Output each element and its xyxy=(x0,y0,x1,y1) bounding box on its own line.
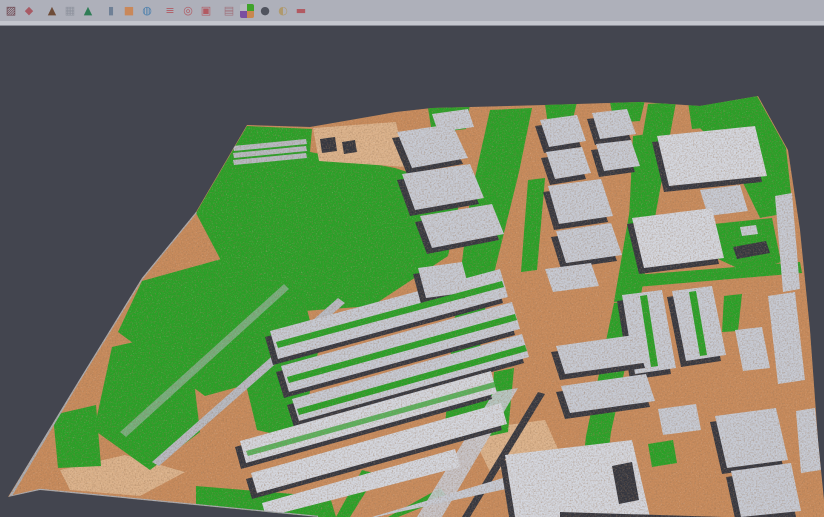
move-icon[interactable]: ◆ xyxy=(22,4,36,18)
classification-icon[interactable] xyxy=(240,4,254,18)
extent-icon[interactable]: ▣ xyxy=(199,4,213,18)
viewport-3d[interactable] xyxy=(0,26,824,517)
toolbar: ▨ ◆ ▲ ▦ ▲ ▮ ■ ◍ ≡ ◎ ▣ ▤ ● ◐ ▬ xyxy=(0,0,824,21)
flag-icon[interactable]: ▬ xyxy=(294,4,308,18)
profile-icon[interactable]: ≡ xyxy=(163,4,177,18)
measure-icon[interactable]: ◐ xyxy=(276,4,290,18)
application-window: ▨ ◆ ▲ ▦ ▲ ▮ ■ ◍ ≡ ◎ ▣ ▤ ● ◐ ▬ xyxy=(0,0,824,517)
terrain-brown-icon[interactable]: ▲ xyxy=(45,4,59,18)
camera-icon[interactable]: ● xyxy=(258,4,272,18)
globe-icon[interactable]: ◍ xyxy=(140,4,154,18)
scatter-icon[interactable]: ▦ xyxy=(63,4,77,18)
scene-svg xyxy=(0,26,824,517)
grid-icon[interactable]: ▤ xyxy=(222,4,236,18)
prism-icon[interactable]: ▮ xyxy=(104,4,118,18)
ortho-icon[interactable]: ■ xyxy=(122,4,136,18)
hill-green-icon[interactable]: ▲ xyxy=(81,4,95,18)
target-icon[interactable]: ◎ xyxy=(181,4,195,18)
points-icon[interactable]: ▨ xyxy=(4,4,18,18)
